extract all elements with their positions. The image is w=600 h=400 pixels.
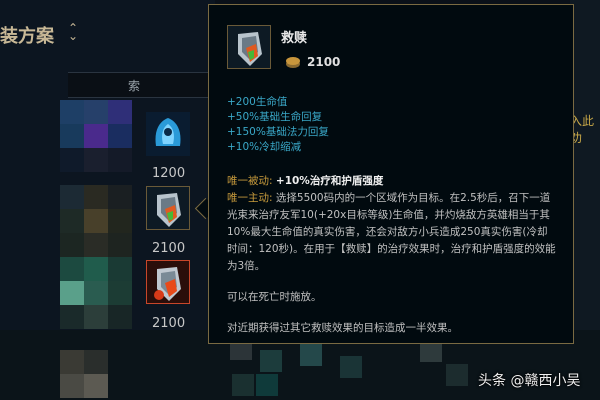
right-partial-text: 入此劝 [570, 114, 595, 145]
redemption-item-icon [228, 26, 270, 68]
gold-coin-icon [286, 57, 300, 68]
item-slot-redemption[interactable] [146, 186, 190, 230]
item-stats: +200生命值 +50%基础生命回复 +150%基础法力回复 +10%冷却缩减 [227, 95, 329, 155]
blue-cloak-item-icon [146, 112, 190, 156]
redemption-item-selected-icon [147, 261, 189, 303]
passive-text: +10%治疗和护盾强度 [275, 175, 384, 187]
tooltip-item-icon [227, 25, 271, 69]
item-tooltip: 救赎 2100 +200生命值 +50%基础生命回复 +150%基础法力回复 +… [208, 4, 574, 344]
passive-label: 唯一被动: [227, 175, 273, 187]
item-description: 唯一被动: +10%治疗和护盾强度 唯一主动: 选择5500码内的一个区域作为目… [227, 173, 557, 337]
active-text: 选择5500码内的一个区域作为目标。在2.5秒后，召下一道光束来治疗友军10(+… [227, 192, 556, 272]
watermark: 头条 @赣西小吴 [478, 373, 581, 389]
search-tab-label: 索 [128, 79, 141, 93]
note-cast-on-death: 可以在死亡时施放。 [227, 291, 322, 303]
up-down-chevron-icon[interactable]: ⌃ ⌄ [68, 22, 78, 42]
item-slot-blue-cloak[interactable] [146, 112, 190, 156]
active-label: 唯一主动: [227, 192, 273, 204]
item-price: 2100 [152, 241, 186, 256]
search-tab[interactable]: 索 [68, 72, 218, 98]
item-price-tooltip: 2100 [307, 55, 341, 69]
page-title: 装方案 [0, 26, 54, 47]
note-half-effect: 对近期获得过其它救赎效果的目标造成一半效果。 [227, 322, 458, 334]
stat-line: +50%基础生命回复 [227, 111, 323, 123]
stat-line: +200生命值 [227, 96, 288, 108]
item-name: 救赎 [281, 31, 308, 46]
redemption-item-icon [147, 187, 189, 229]
item-price: 1200 [152, 166, 186, 181]
stat-line: +10%冷却缩减 [227, 141, 302, 153]
item-price: 2100 [152, 316, 186, 331]
item-slot-redemption-selected[interactable] [146, 260, 190, 304]
stat-line: +150%基础法力回复 [227, 126, 329, 138]
